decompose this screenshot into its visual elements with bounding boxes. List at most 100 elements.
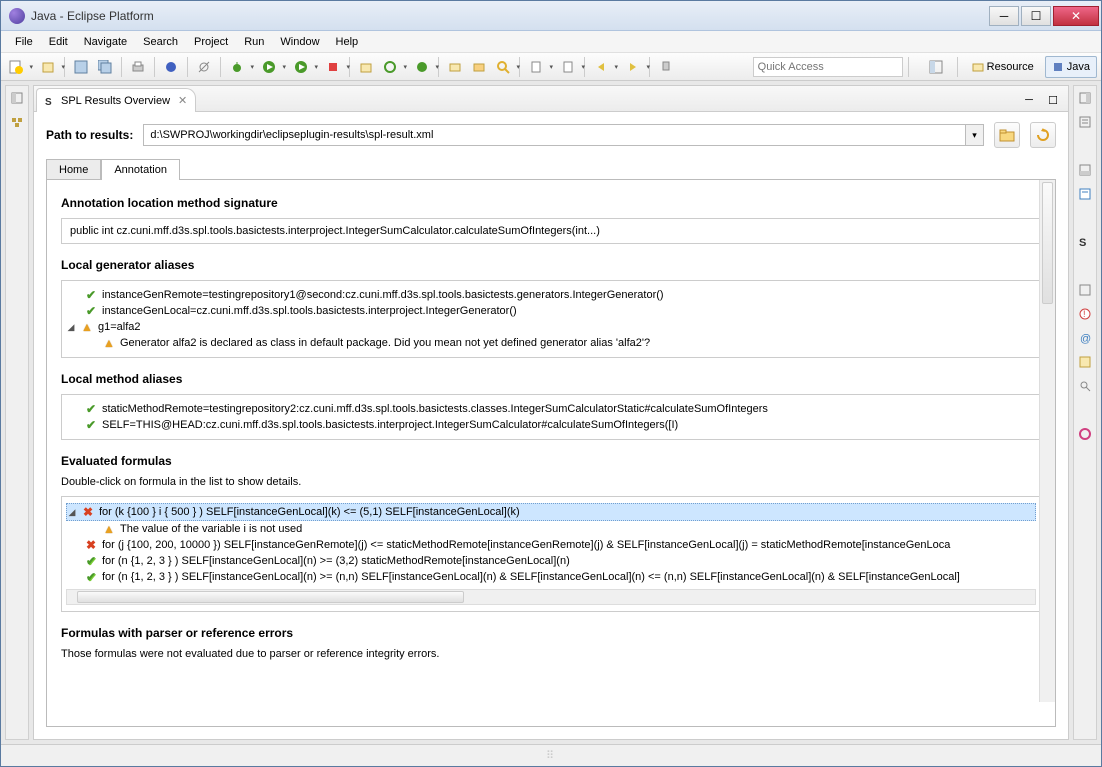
menu-search[interactable]: Search xyxy=(135,34,186,50)
pin-editor-button[interactable] xyxy=(655,56,677,78)
refresh-button[interactable] xyxy=(1030,122,1056,148)
minimize-view-button[interactable]: ─ xyxy=(1018,89,1040,111)
new-java-project-button[interactable] xyxy=(355,56,377,78)
list-item-text: g1=alfa2 xyxy=(98,321,141,333)
svg-text:S: S xyxy=(1079,237,1086,249)
list-item[interactable]: The value of the variable i is not used xyxy=(66,521,1036,537)
result-tabs: Home Annotation xyxy=(34,158,1068,179)
perspective-java[interactable]: Java xyxy=(1045,56,1097,78)
problems-icon[interactable]: ! xyxy=(1077,306,1093,322)
menu-run[interactable]: Run xyxy=(236,34,272,50)
list-item[interactable]: ◢ g1=alfa2 xyxy=(66,319,1036,335)
external-tools-button[interactable] xyxy=(322,56,344,78)
signature-value: public int cz.cuni.mff.d3s.spl.tools.bas… xyxy=(61,218,1041,244)
path-dropdown-button[interactable]: ▾ xyxy=(966,124,984,146)
minimize-button[interactable]: ─ xyxy=(989,6,1019,26)
outline-icon[interactable] xyxy=(1077,114,1093,130)
restore-left-icon[interactable] xyxy=(9,90,25,106)
run-last-button[interactable] xyxy=(290,56,312,78)
save-all-button[interactable] xyxy=(94,56,116,78)
progress-icon[interactable] xyxy=(1077,426,1093,442)
browse-button[interactable] xyxy=(994,122,1020,148)
spl-icon: S xyxy=(45,95,57,107)
maximize-button[interactable]: ☐ xyxy=(1021,6,1051,26)
restore-problems-icon[interactable] xyxy=(1077,282,1093,298)
declaration-icon[interactable] xyxy=(1077,354,1093,370)
tab-close-icon[interactable]: ✕ xyxy=(178,94,187,107)
list-item[interactable]: for (j {100, 200, 10000 }) SELF[instance… xyxy=(66,537,1036,553)
list-item-text: Generator alfa2 is declared as class in … xyxy=(120,337,650,349)
list-item[interactable]: for (n {1, 2, 3 } ) SELF[instanceGenLoca… xyxy=(66,553,1036,569)
generators-heading: Local generator aliases xyxy=(61,258,1041,272)
window-title: Java - Eclipse Platform xyxy=(31,9,987,23)
errors-hint: Those formulas were not evaluated due to… xyxy=(61,648,1041,660)
formulas-list: ◢for (k {100 } i { 500 } ) SELF[instance… xyxy=(61,496,1041,612)
javadoc-icon[interactable]: @ xyxy=(1077,330,1093,346)
menu-file[interactable]: File xyxy=(7,34,41,50)
annotation-panel: Annotation location method signature pub… xyxy=(46,179,1056,727)
new-class-button[interactable] xyxy=(411,56,433,78)
menu-help[interactable]: Help xyxy=(328,34,367,50)
restore-bottom-icon[interactable] xyxy=(1077,162,1093,178)
toolbar-separator xyxy=(187,57,188,77)
back-button[interactable] xyxy=(590,56,612,78)
menu-project[interactable]: Project xyxy=(186,34,236,50)
open-perspective-button[interactable] xyxy=(922,56,950,78)
tasks-icon[interactable] xyxy=(1077,186,1093,202)
scrollbar-thumb[interactable] xyxy=(77,591,464,603)
skip-breakpoints-button[interactable] xyxy=(193,56,215,78)
search-button[interactable] xyxy=(492,56,514,78)
restore-right-icon[interactable] xyxy=(1077,90,1093,106)
menu-navigate[interactable]: Navigate xyxy=(76,34,135,50)
run-button[interactable] xyxy=(258,56,280,78)
debug-button[interactable] xyxy=(226,56,248,78)
tab-annotation[interactable]: Annotation xyxy=(101,159,180,180)
formulas-hint: Double-click on formula in the list to s… xyxy=(61,476,1041,488)
toggle-mark-button[interactable] xyxy=(525,56,547,78)
svg-text:!: ! xyxy=(1083,309,1086,319)
forward-button[interactable] xyxy=(622,56,644,78)
new-package-button[interactable] xyxy=(37,56,59,78)
expander-icon[interactable]: ◢ xyxy=(67,507,77,518)
list-item[interactable]: ◢for (k {100 } i { 500 } ) SELF[instance… xyxy=(66,503,1036,521)
new-java-package-button[interactable] xyxy=(379,56,401,78)
build-button[interactable] xyxy=(160,56,182,78)
menu-edit[interactable]: Edit xyxy=(41,34,76,50)
view-tab-spl-results[interactable]: S SPL Results Overview ✕ xyxy=(36,88,196,112)
open-type-button[interactable] xyxy=(444,56,466,78)
list-item[interactable]: staticMethodRemote=testingrepository2:cz… xyxy=(66,401,1036,417)
vertical-scrollbar[interactable] xyxy=(1039,180,1055,702)
path-label: Path to results: xyxy=(46,128,133,142)
tab-home[interactable]: Home xyxy=(46,159,101,180)
svg-text:S: S xyxy=(45,97,52,107)
main-editor-area: S SPL Results Overview ✕ ─ ☐ Path to res… xyxy=(33,85,1069,740)
list-item[interactable]: SELF=THIS@HEAD:cz.cuni.mff.d3s.spl.tools… xyxy=(66,417,1036,433)
close-button[interactable]: ✕ xyxy=(1053,6,1099,26)
print-button[interactable] xyxy=(127,56,149,78)
list-item-text: for (j {100, 200, 10000 }) SELF[instance… xyxy=(102,539,950,551)
list-item[interactable]: Generator alfa2 is declared as class in … xyxy=(66,335,1036,351)
quick-access-input[interactable] xyxy=(753,57,903,77)
maximize-view-button[interactable]: ☐ xyxy=(1042,89,1064,111)
toggle-block-button[interactable] xyxy=(557,56,579,78)
app-window: Java - Eclipse Platform ─ ☐ ✕ File Edit … xyxy=(0,0,1102,767)
perspective-resource[interactable]: Resource xyxy=(965,56,1041,78)
list-item[interactable]: instanceGenLocal=cz.cuni.mff.d3s.spl.too… xyxy=(66,303,1036,319)
expander-icon[interactable]: ◢ xyxy=(66,322,76,333)
eclipse-icon xyxy=(9,8,25,24)
package-explorer-icon[interactable] xyxy=(9,114,25,130)
open-task-button[interactable] xyxy=(468,56,490,78)
list-item[interactable]: instanceGenRemote=testingrepository1@sec… xyxy=(66,287,1036,303)
warning-icon xyxy=(102,522,116,536)
path-input[interactable] xyxy=(143,124,966,146)
menu-window[interactable]: Window xyxy=(272,34,327,50)
list-item-text: The value of the variable i is not used xyxy=(120,523,302,535)
list-item[interactable]: for (n {1, 2, 3 } ) SELF[instanceGenLoca… xyxy=(66,569,1036,585)
horizontal-scrollbar[interactable] xyxy=(66,589,1036,605)
formulas-heading: Evaluated formulas xyxy=(61,454,1041,468)
ok-icon xyxy=(84,418,98,432)
search-view-icon[interactable] xyxy=(1077,378,1093,394)
spl-trim-icon[interactable]: S xyxy=(1077,234,1093,250)
new-button[interactable] xyxy=(5,56,27,78)
save-button[interactable] xyxy=(70,56,92,78)
